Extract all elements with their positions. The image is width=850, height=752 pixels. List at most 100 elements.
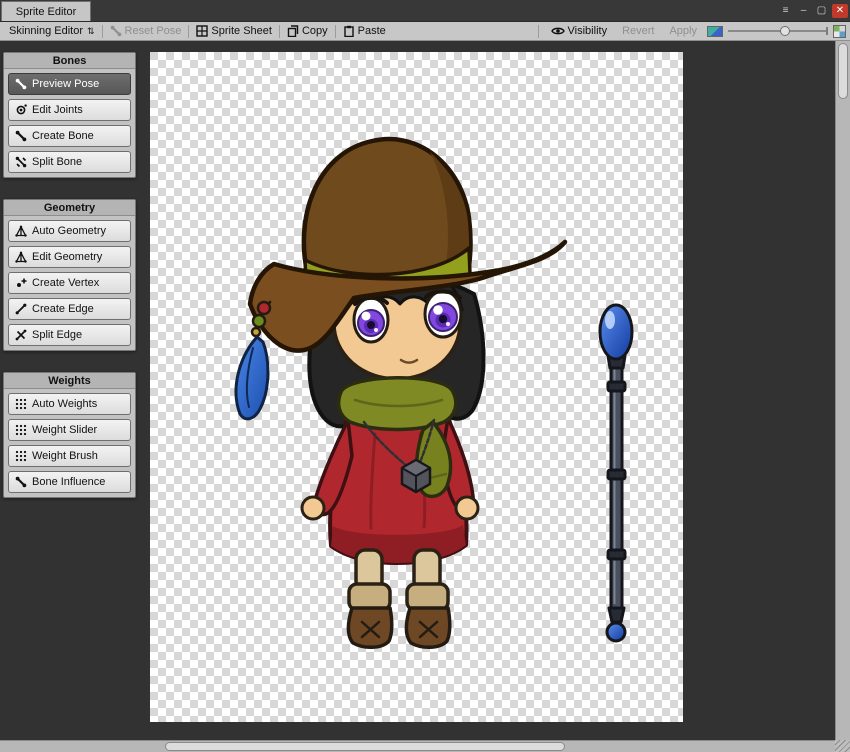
bone-icon [15, 476, 27, 488]
vertex-icon [15, 277, 27, 289]
mesh-icon [15, 225, 27, 237]
weight-slider-button[interactable]: Weight Slider [8, 419, 131, 441]
bone-icon [15, 130, 27, 142]
tool-panels: Bones Preview Pose Edit Joints Create Bo… [3, 52, 136, 519]
auto-geometry-button[interactable]: Auto Geometry [8, 220, 131, 242]
split-edge-button[interactable]: Split Edge [8, 324, 131, 346]
toolbar: Skinning Editor ⇅ Reset Pose Sprite Shee… [0, 22, 850, 41]
copy-icon [287, 25, 299, 37]
edge-icon [15, 303, 27, 315]
bone-influence-button[interactable]: Bone Influence [8, 471, 131, 493]
split-bone-button[interactable]: Split Bone [8, 151, 131, 173]
right-hand [454, 495, 480, 521]
minimize-icon[interactable]: – [796, 4, 811, 18]
slider-thumb[interactable] [780, 26, 790, 36]
right-boot-cuff [405, 582, 450, 612]
right-eye [423, 289, 463, 339]
paste-button[interactable]: Paste [338, 23, 391, 40]
skinning-canvas-viewport[interactable]: Bones Preview Pose Edit Joints Create Bo… [0, 41, 835, 740]
maximize-icon[interactable]: ▢ [814, 4, 829, 18]
apply-label: Apply [669, 25, 697, 37]
split-edge-icon [15, 329, 27, 341]
revert-label: Revert [622, 25, 655, 37]
sprite-sheet-label: Sprite Sheet [211, 25, 272, 37]
create-vertex-button[interactable]: Create Vertex [8, 272, 131, 294]
button-label: Preview Pose [32, 78, 100, 90]
button-label: Edit Joints [32, 104, 83, 116]
sprite-sheet-icon [196, 25, 208, 37]
button-label: Bone Influence [32, 476, 106, 488]
close-icon[interactable]: ✕ [832, 3, 848, 18]
eye-icon [551, 26, 565, 36]
toolbar-separator [278, 24, 280, 38]
button-label: Weight Slider [32, 424, 98, 436]
staff-sprite [598, 303, 634, 643]
create-bone-button[interactable]: Create Bone [8, 125, 131, 147]
button-label: Split Bone [32, 156, 83, 168]
sprite-editor-tab[interactable]: Sprite Editor [1, 1, 91, 21]
preview-pose-button[interactable]: Preview Pose [8, 73, 131, 95]
vertical-scrollbar[interactable] [835, 41, 850, 740]
visibility-button[interactable]: Visibility [546, 23, 613, 40]
auto-weights-button[interactable]: Auto Weights [8, 393, 131, 415]
reset-pose-label: Reset Pose [124, 25, 182, 37]
slider-track [728, 30, 828, 32]
paste-label: Paste [357, 25, 386, 37]
rgba-grid-icon[interactable] [833, 24, 846, 38]
toolbar-separator [188, 24, 190, 38]
weight-dots-icon [15, 398, 27, 410]
sprite-sheet-button[interactable]: Sprite Sheet [191, 23, 277, 40]
toolbar-separator [101, 24, 103, 38]
button-label: Create Edge [32, 303, 94, 315]
button-label: Auto Geometry [32, 225, 106, 237]
weight-dots-icon [15, 424, 27, 436]
window-menu-icon[interactable]: ≡ [778, 4, 793, 18]
horizontal-scrollbar-thumb[interactable] [165, 742, 565, 751]
mode-label: Skinning Editor [9, 25, 83, 37]
horizontal-scrollbar[interactable] [0, 740, 835, 752]
scarf [337, 376, 458, 432]
button-label: Split Edge [32, 329, 83, 341]
witch-character [234, 136, 568, 649]
left-hand [300, 495, 326, 521]
visibility-label: Visibility [567, 25, 608, 37]
hat-feather-charm [234, 300, 272, 421]
window-titlebar: Sprite Editor ≡ – ▢ ✕ [0, 0, 850, 22]
left-eye [352, 295, 390, 344]
copy-label: Copy [301, 25, 328, 37]
skinning-editor-dropdown[interactable]: Skinning Editor ⇅ [4, 23, 100, 40]
overlay-color-swatch[interactable] [707, 25, 723, 37]
updown-caret-icon: ⇅ [87, 25, 95, 36]
geometry-panel: Geometry Auto Geometry Edit Geometry Cre… [3, 199, 136, 351]
bone-icon [15, 78, 27, 90]
create-edge-button[interactable]: Create Edge [8, 298, 131, 320]
button-label: Create Bone [32, 130, 94, 142]
button-label: Auto Weights [32, 398, 98, 410]
sprite-canvas[interactable] [150, 52, 683, 722]
resize-grip[interactable] [835, 740, 850, 752]
tab-title: Sprite Editor [15, 5, 77, 18]
weights-panel: Weights Auto Weights Weight Slider Weigh… [3, 372, 136, 498]
revert-button[interactable]: Revert [617, 23, 659, 40]
window-controls: ≡ – ▢ ✕ [778, 0, 850, 21]
weight-dots-icon [15, 450, 27, 462]
opacity-slider[interactable] [728, 25, 828, 37]
split-bone-icon [15, 156, 27, 168]
joint-icon [15, 104, 27, 116]
left-boot-cuff [347, 582, 392, 612]
edit-joints-button[interactable]: Edit Joints [8, 99, 131, 121]
mesh-icon [15, 251, 27, 263]
toolbar-separator [537, 24, 539, 38]
slider-endmark [826, 27, 828, 35]
copy-button[interactable]: Copy [282, 23, 333, 40]
edit-geometry-button[interactable]: Edit Geometry [8, 246, 131, 268]
weight-brush-button[interactable]: Weight Brush [8, 445, 131, 467]
reset-pose-button[interactable]: Reset Pose [105, 23, 187, 40]
bones-panel: Bones Preview Pose Edit Joints Create Bo… [3, 52, 136, 178]
panel-title: Geometry [4, 200, 135, 216]
vertical-scrollbar-thumb[interactable] [838, 43, 848, 99]
paste-icon [343, 25, 355, 37]
apply-button[interactable]: Apply [664, 23, 702, 40]
button-label: Edit Geometry [32, 251, 103, 263]
panel-title: Bones [4, 53, 135, 69]
